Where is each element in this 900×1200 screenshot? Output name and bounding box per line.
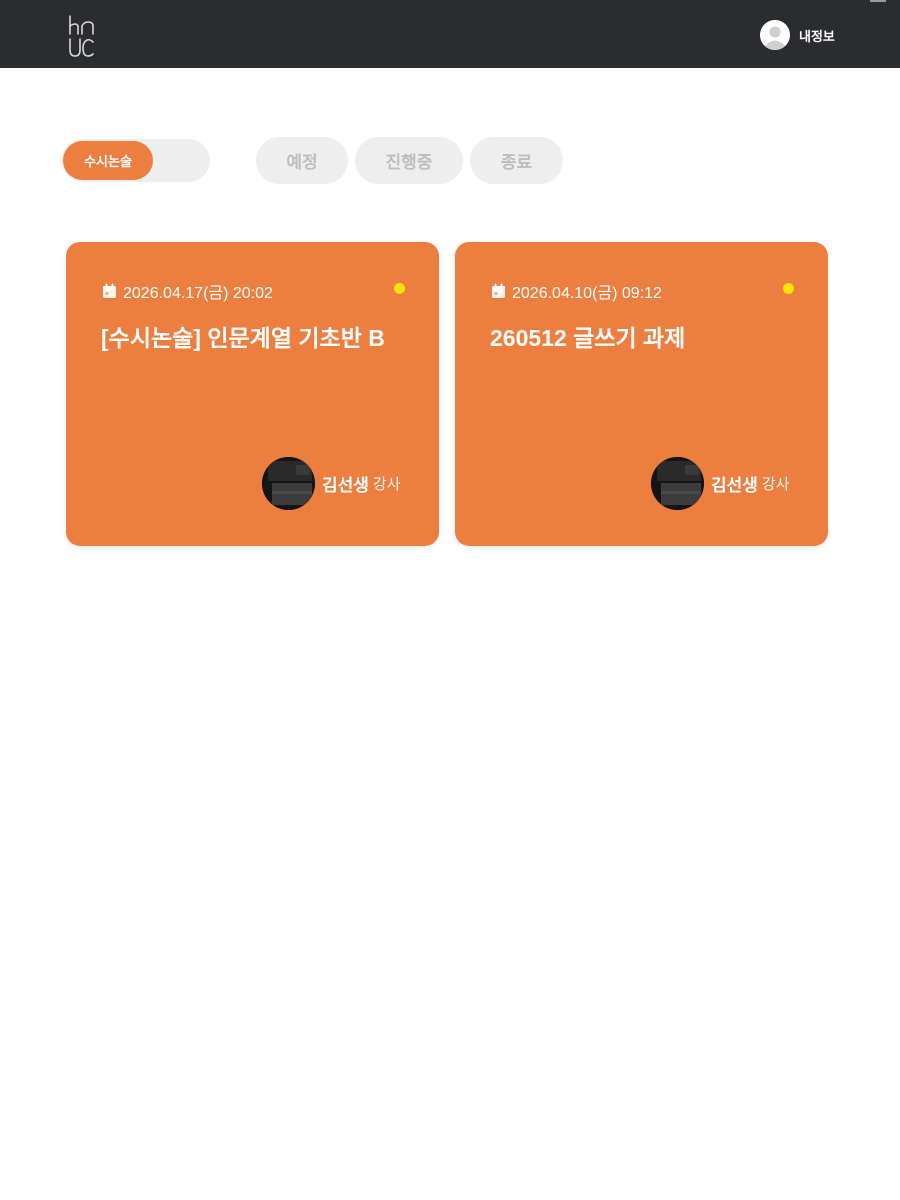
status-dot	[783, 283, 794, 294]
instructor-role: 강사	[761, 476, 790, 493]
class-card[interactable]: 2026.04.17(금) 20:02 [수시논술] 인문계열 기초반 B 김선…	[66, 242, 439, 546]
my-info-button[interactable]: 내정보	[760, 20, 835, 50]
calendar-icon	[103, 283, 116, 298]
instructor-avatar	[651, 457, 704, 510]
calendar-icon	[492, 283, 505, 298]
instructor-name: 김선생	[322, 476, 369, 495]
hnuc-logo-icon[interactable]	[66, 14, 96, 58]
category-toggle-active-label: 수시논술	[63, 141, 153, 180]
card-title: [수시논술] 인문계열 기초반 B	[101, 325, 385, 351]
tab-ended[interactable]: 종료	[470, 137, 563, 184]
card-date-text: 2026.04.17(금) 20:02	[123, 285, 273, 302]
category-toggle[interactable]: 수시논술	[62, 139, 210, 182]
status-dot	[394, 283, 405, 294]
instructor-info: 김선생 강사	[651, 457, 790, 510]
tab-upcoming[interactable]: 예정	[256, 137, 348, 184]
card-date-text: 2026.04.10(금) 09:12	[512, 285, 662, 302]
tab-in-progress[interactable]: 진행중	[355, 137, 463, 184]
instructor-name: 김선생	[711, 476, 758, 495]
user-avatar-icon	[760, 20, 790, 50]
my-info-label: 내정보	[799, 28, 835, 44]
class-card[interactable]: 2026.04.10(금) 09:12 260512 글쓰기 과제 김선생 강사	[455, 242, 828, 546]
window-corner-mark	[870, 0, 886, 2]
instructor-role: 강사	[372, 476, 401, 493]
instructor-avatar	[262, 457, 315, 510]
instructor-info: 김선생 강사	[262, 457, 401, 510]
card-date: 2026.04.17(금) 20:02	[102, 279, 273, 303]
top-navigation-bar: 내정보	[0, 0, 900, 68]
card-title: 260512 글쓰기 과제	[490, 325, 686, 351]
card-date: 2026.04.10(금) 09:12	[491, 279, 662, 303]
